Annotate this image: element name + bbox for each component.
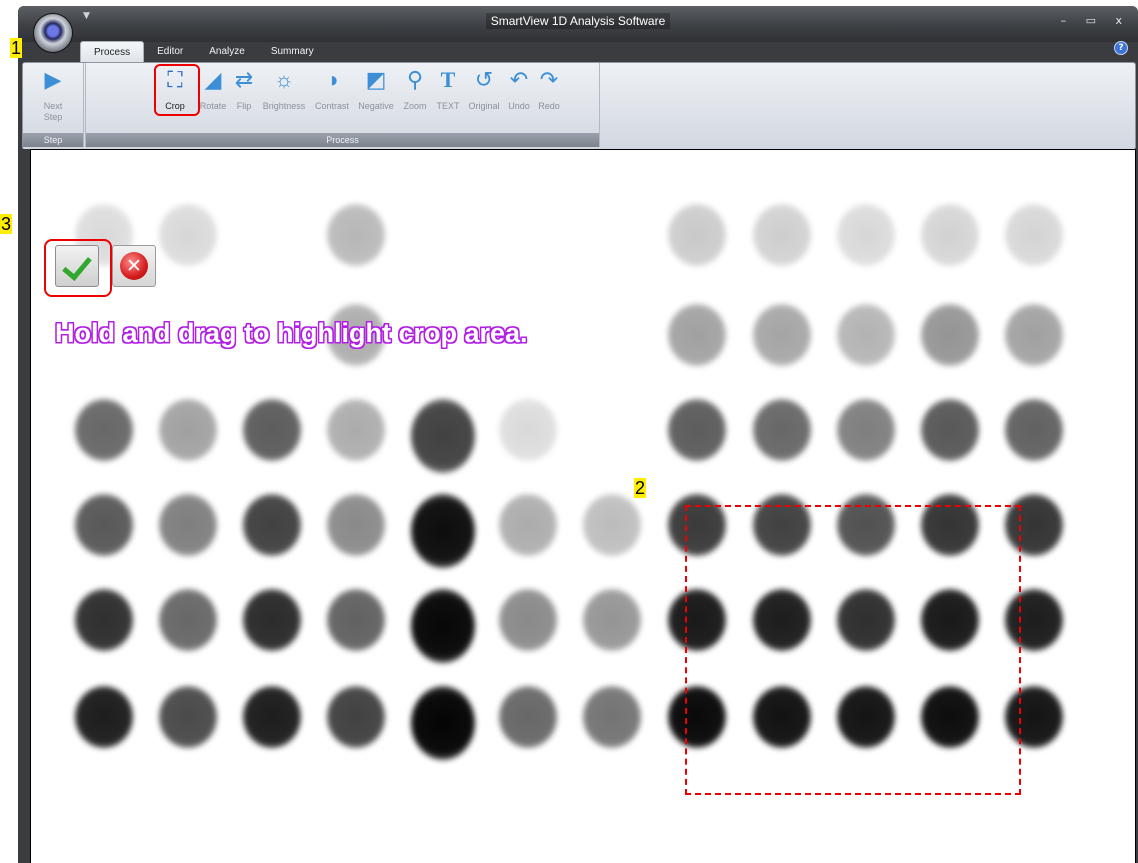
- group-label-step: Step: [23, 133, 83, 147]
- blot-spot: [837, 204, 895, 266]
- blot-spot: [243, 399, 301, 461]
- title-bar: ▼ SmartView 1D Analysis Software – ▭ x: [18, 6, 1138, 42]
- crop-button[interactable]: ⛶ Crop: [154, 65, 196, 112]
- redo-icon: ↷: [539, 67, 559, 92]
- blot-spot: [668, 304, 726, 366]
- blot-spot: [1005, 304, 1063, 366]
- left-border: [18, 149, 30, 863]
- blot-spot: [499, 399, 557, 461]
- text-icon: T: [440, 67, 456, 92]
- redo-button[interactable]: ↷ Redo: [534, 65, 564, 112]
- group-label-process: Process: [86, 133, 599, 147]
- image-canvas[interactable]: Hold and drag to highlight crop area. ✕: [30, 149, 1136, 863]
- blot-spot: [499, 686, 557, 748]
- blot-spot: [243, 686, 301, 748]
- blot-spot: [837, 399, 895, 461]
- blot-spot: [668, 399, 726, 461]
- crop-selection-area[interactable]: [685, 505, 1021, 795]
- text-button[interactable]: T TEXT: [432, 65, 464, 112]
- blot-spot: [327, 686, 385, 748]
- annotation-marker-1: 1: [10, 38, 23, 58]
- blot-spot: [243, 589, 301, 651]
- original-button[interactable]: ↺ Original: [464, 65, 504, 112]
- blot-spot: [411, 589, 475, 663]
- blot-spot: [753, 399, 811, 461]
- original-icon: ↺: [474, 67, 494, 92]
- blot-spot: [583, 494, 641, 556]
- crop-hint-text: Hold and drag to highlight crop area.: [55, 318, 528, 348]
- accept-crop-button[interactable]: [55, 245, 99, 287]
- window-title: SmartView 1D Analysis Software: [485, 13, 671, 29]
- tab-analyze[interactable]: Analyze: [196, 41, 258, 63]
- blot-spot: [499, 494, 557, 556]
- blot-spot: [75, 494, 133, 556]
- crop-icon: ⛶: [167, 67, 183, 92]
- blot-spot: [159, 589, 217, 651]
- blot-spot: [921, 399, 979, 461]
- blot-spot: [921, 204, 979, 266]
- cancel-icon: ✕: [120, 252, 148, 280]
- checkmark-icon: [62, 250, 92, 281]
- blot-spot: [327, 399, 385, 461]
- ribbon-group-step: ▶ Next Step Step: [23, 63, 84, 147]
- tab-process[interactable]: Process: [80, 41, 145, 63]
- blot-spot: [411, 399, 475, 473]
- blot-spot: [159, 399, 217, 461]
- blot-spot: [753, 204, 811, 266]
- application-menu-button[interactable]: [34, 14, 72, 52]
- next-step-label: Next Step: [43, 101, 63, 122]
- blot-spot: [327, 589, 385, 651]
- undo-icon: ↶: [509, 67, 529, 92]
- blot-spot: [159, 204, 217, 266]
- ribbon: ▶ Next Step Step ⛶ Crop ◢ Rotate ⇄ Flip ☼…: [22, 62, 1136, 150]
- negative-button[interactable]: ◩ Negative: [354, 65, 398, 112]
- annotation-marker-3: 3: [0, 214, 13, 234]
- tab-summary[interactable]: Summary: [258, 41, 327, 63]
- next-step-button[interactable]: ▶ Next Step: [29, 65, 77, 123]
- blot-spot: [159, 494, 217, 556]
- ribbon-group-process: ⛶ Crop ◢ Rotate ⇄ Flip ☼ Brightness ◑ Co…: [85, 63, 600, 147]
- zoom-button[interactable]: ⚲ Zoom: [398, 65, 432, 112]
- ribbon-tabs: Process Editor Analyze Summary: [80, 41, 327, 63]
- rotate-button[interactable]: ◢ Rotate: [196, 65, 230, 112]
- tab-editor[interactable]: Editor: [144, 41, 196, 63]
- blot-spot: [327, 494, 385, 556]
- annotation-marker-2: 2: [634, 478, 647, 498]
- help-icon[interactable]: ?: [1114, 41, 1128, 55]
- contrast-icon: ◑: [325, 67, 339, 92]
- blot-spot: [159, 686, 217, 748]
- blot-spot: [583, 686, 641, 748]
- rotate-icon: ◢: [204, 67, 222, 92]
- blot-spot: [327, 204, 385, 266]
- blot-spot: [411, 494, 475, 568]
- contrast-button[interactable]: ◑ Contrast: [310, 65, 354, 112]
- app-window: ▼ SmartView 1D Analysis Software – ▭ x P…: [18, 6, 1138, 863]
- flip-icon: ⇄: [234, 67, 254, 92]
- blot-spot: [921, 304, 979, 366]
- blot-spot: [1005, 204, 1063, 266]
- brightness-button[interactable]: ☼ Brightness: [258, 65, 310, 112]
- blot-spot: [75, 589, 133, 651]
- blot-spot: [753, 304, 811, 366]
- blot-spot: [499, 589, 557, 651]
- blot-spot: [583, 589, 641, 651]
- blot-spot: [75, 399, 133, 461]
- blot-spot: [411, 686, 475, 760]
- zoom-icon: ⚲: [406, 67, 424, 92]
- flip-button[interactable]: ⇄ Flip: [230, 65, 258, 112]
- blot-spot: [75, 686, 133, 748]
- undo-button[interactable]: ↶ Undo: [504, 65, 534, 112]
- negative-icon: ◩: [365, 67, 387, 92]
- blot-spot: [243, 494, 301, 556]
- blot-spot: [837, 304, 895, 366]
- blot-spot: [1005, 399, 1063, 461]
- cancel-crop-button[interactable]: ✕: [112, 245, 156, 287]
- play-icon: ▶: [44, 67, 62, 92]
- brightness-icon: ☼: [273, 67, 295, 92]
- blot-spot: [668, 204, 726, 266]
- window-controls[interactable]: – ▭ x: [1061, 14, 1130, 27]
